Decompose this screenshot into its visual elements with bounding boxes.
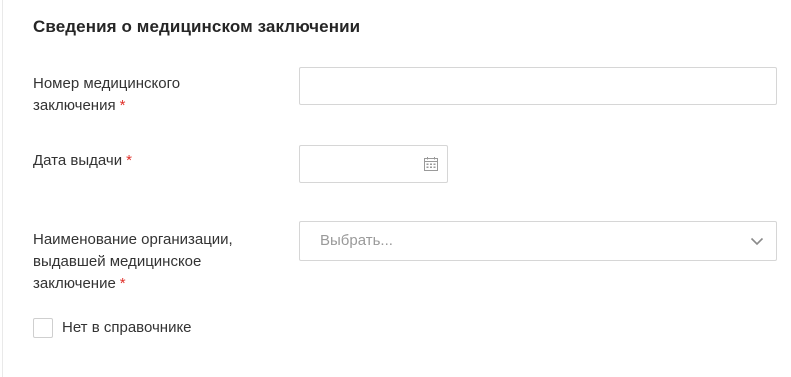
not-in-directory-label[interactable]: Нет в справочнике <box>62 319 192 336</box>
chevron-down-icon[interactable] <box>750 235 764 247</box>
organization-select[interactable]: Выбрать... <box>299 221 777 261</box>
required-asterisk: * <box>126 152 132 169</box>
issue-date-field[interactable] <box>299 145 448 183</box>
report-number-label: Номер медицинского заключения * <box>33 73 263 117</box>
section-title: Сведения о медицинском заключении <box>33 17 361 36</box>
report-number-label-line2: заключения <box>33 97 116 114</box>
left-divider <box>2 0 3 377</box>
organization-label: Наименование организации, выдавшей медиц… <box>33 229 273 295</box>
organization-label-line3: заключение <box>33 275 116 292</box>
organization-label-line2: выдавшей медицинское <box>33 253 202 270</box>
not-in-directory-checkbox[interactable] <box>33 318 53 338</box>
issue-date-label: Дата выдачи * <box>33 150 263 172</box>
report-number-label-line1: Номер медицинского <box>33 75 181 92</box>
organization-label-line1: Наименование организации, <box>33 231 233 248</box>
required-asterisk: * <box>119 97 126 114</box>
organization-select-placeholder: Выбрать... <box>320 232 393 249</box>
calendar-icon[interactable] <box>423 156 439 172</box>
required-asterisk: * <box>119 275 126 292</box>
issue-date-input[interactable] <box>308 146 422 182</box>
issue-date-label-text: Дата выдачи <box>33 152 123 169</box>
report-number-input[interactable] <box>299 67 777 105</box>
